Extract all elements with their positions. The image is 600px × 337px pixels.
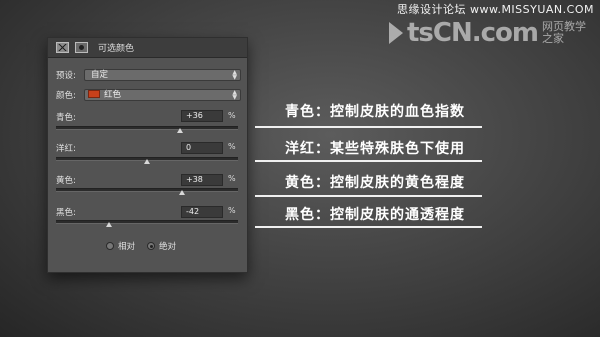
black-label: 黑色: — [56, 208, 76, 218]
radio-relative-dot[interactable] — [106, 242, 114, 250]
watermark-sub: 网页教学 之家 — [542, 21, 586, 45]
play-icon — [389, 22, 403, 44]
select-arrows-icon: ▲ ▼ — [232, 69, 237, 81]
black-slider-thumb[interactable] — [105, 222, 112, 227]
method-absolute-label: 绝对 — [159, 242, 177, 252]
watermark-logo: tsCN.com 网页教学 之家 — [389, 18, 586, 48]
adjustment-layer-icon[interactable] — [56, 42, 69, 53]
note-magenta: 洋红：某些特殊肤色下使用 — [285, 141, 465, 157]
preset-value: 自定 — [91, 70, 109, 80]
yellow-slider-track[interactable] — [56, 188, 238, 192]
panel-title: 可选颜色 — [98, 44, 135, 54]
layer-mask-icon[interactable] — [75, 42, 88, 53]
watermark-text: 思缘设计论坛 www.MISSYUAN.COM — [396, 3, 594, 16]
cyan-value-field[interactable]: +36 — [181, 110, 223, 122]
colors-value: 红色 — [104, 90, 122, 100]
note-yellow: 黄色：控制皮肤的黄色程度 — [285, 175, 465, 191]
preset-label: 预设: — [56, 71, 76, 81]
selective-color-panel: 可选颜色 预设: 自定 ▲ ▼ 颜色: 红色 ▲ ▼ 青色: +36 % 洋红: 0… — [47, 37, 248, 273]
colors-select[interactable]: 红色 ▲ ▼ — [84, 89, 241, 101]
colors-label: 颜色: — [56, 91, 76, 101]
magenta-slider-thumb[interactable] — [144, 159, 150, 164]
panel-header: 可选颜色 — [48, 38, 247, 58]
yellow-value-field[interactable]: +38 — [181, 174, 223, 186]
note-black: 黑色：控制皮肤的通透程度 — [285, 207, 465, 223]
watermark-sub-line2: 之家 — [542, 32, 564, 45]
method-radio-group: 相对 绝对 — [106, 240, 176, 252]
cyan-unit: % — [228, 111, 236, 120]
yellow-unit: % — [228, 174, 236, 183]
note-underline — [255, 160, 482, 162]
black-unit: % — [228, 206, 236, 215]
method-relative-radio[interactable]: 相对 — [106, 240, 135, 252]
cyan-label: 青色: — [56, 113, 76, 123]
cyan-slider-track[interactable] — [56, 126, 238, 130]
magenta-label: 洋红: — [56, 144, 76, 154]
watermark-brand: tsCN.com — [407, 18, 539, 48]
magenta-unit: % — [228, 142, 236, 151]
magenta-value-field[interactable]: 0 — [181, 142, 223, 154]
cyan-slider-thumb[interactable] — [176, 128, 183, 133]
method-relative-label: 相对 — [118, 242, 136, 252]
color-swatch — [88, 90, 100, 98]
yellow-label: 黄色: — [56, 176, 76, 186]
method-absolute-radio[interactable]: 绝对 — [147, 240, 176, 252]
note-underline — [255, 126, 482, 128]
black-value-field[interactable]: -42 — [181, 206, 223, 218]
yellow-slider-thumb[interactable] — [178, 190, 185, 195]
black-slider-track[interactable] — [56, 220, 238, 224]
note-underline — [255, 226, 482, 228]
note-underline — [255, 195, 482, 197]
note-cyan: 青色：控制皮肤的血色指数 — [285, 104, 465, 120]
preset-select[interactable]: 自定 ▲ ▼ — [84, 69, 241, 81]
select-arrows-icon: ▲ ▼ — [232, 89, 237, 101]
radio-absolute-dot[interactable] — [147, 242, 156, 250]
